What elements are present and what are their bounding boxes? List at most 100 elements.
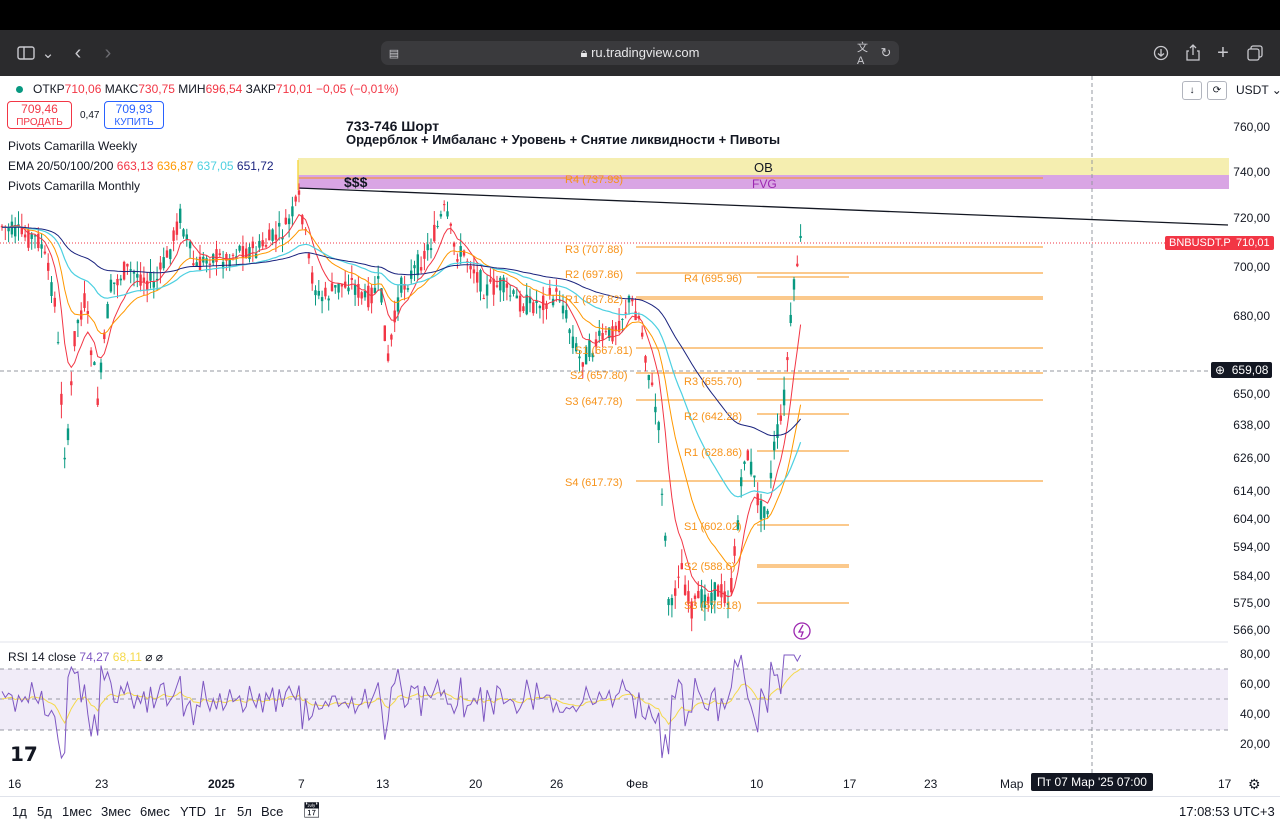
candle-body (188, 241, 192, 249)
candle-body (63, 457, 66, 460)
status-bar (0, 0, 1280, 30)
timeframe-button[interactable]: Все (261, 804, 283, 819)
candle-body (330, 283, 334, 291)
candle-body (426, 244, 429, 251)
pivot-label: S2 (588.6) (684, 561, 736, 573)
chevron-down-icon[interactable]: ⌄ (42, 42, 55, 64)
candle-body (314, 290, 317, 296)
candle-body (179, 208, 182, 223)
candle-body (238, 245, 241, 251)
candle-body (621, 319, 624, 321)
ema-legend[interactable]: EMA 20/50/100/200 663,13 636,87 637,05 6… (8, 159, 274, 173)
plus-circle-icon[interactable]: ⊕ (1215, 363, 1225, 377)
buy-button[interactable]: 709,93 КУПИТЬ (104, 101, 164, 129)
candle-body (390, 334, 393, 340)
ema200-value: 651,72 (236, 159, 274, 173)
timeframe-button[interactable]: YTD (180, 804, 206, 819)
url-text: 🔒︎ ru.tradingview.com (381, 45, 899, 61)
candle-body (446, 211, 449, 217)
pivot-label: R2 (642.28) (684, 411, 743, 423)
time-tick: 17 (1218, 777, 1232, 791)
timeframe-button[interactable]: 3мес (101, 804, 131, 819)
candle-body (40, 244, 43, 249)
forward-icon[interactable]: › (100, 42, 116, 64)
price-chart[interactable] (0, 76, 1280, 831)
candle-body (733, 546, 736, 556)
candle-body (720, 584, 723, 598)
candle-body (122, 261, 126, 280)
timeframe-button[interactable]: 1г (214, 804, 226, 819)
sell-button[interactable]: 709,46 ПРОДАТЬ (7, 101, 72, 129)
annotation-subtitle[interactable]: Ордерблок + Имбаланс + Уровень + Снятие … (346, 132, 780, 147)
candle-body (396, 297, 400, 312)
low-value: 696,54 (205, 82, 243, 96)
calendar-icon[interactable]: 📅︎ (302, 801, 321, 819)
change-value: −0,05 (−0,01%) (315, 82, 399, 96)
candle-body (634, 311, 637, 321)
translate-icon[interactable]: 文A (857, 42, 873, 67)
close-value: 710,01 (275, 82, 313, 96)
candle-body (743, 461, 746, 464)
rsi-legend[interactable]: RSI 14 close 74,27 68,11 ⌀ ⌀ (8, 650, 163, 664)
candle-body (436, 225, 439, 227)
candle-body (423, 250, 426, 259)
timeframe-button[interactable]: 6мес (140, 804, 170, 819)
crosshair-price: 659,08 (1231, 363, 1269, 377)
rsi-tick: 60,00 (1239, 677, 1270, 691)
candle-body (581, 362, 584, 367)
sidebar-icon[interactable] (16, 42, 36, 64)
candle-body (773, 441, 776, 451)
currency-select[interactable]: USDT ⌄ (1236, 83, 1280, 97)
timeframe-button[interactable]: 5л (237, 804, 252, 819)
crosshair-time-tag: Пт 07 Мар '25 07:00 (1031, 773, 1153, 791)
time-tick: 26 (550, 777, 564, 791)
candle-body (598, 330, 601, 336)
address-bar[interactable]: ▤ 🔒︎ ru.tradingview.com 文A ↻ (381, 41, 899, 67)
timeframe-button[interactable]: 1д (12, 804, 27, 819)
back-icon[interactable]: ‹ (70, 42, 86, 64)
indicator-weekly[interactable]: Pivots Camarilla Weekly (8, 139, 137, 153)
timeframe-button[interactable]: 1мес (62, 804, 92, 819)
live-dot-icon (16, 86, 23, 93)
tabs-icon[interactable] (1246, 42, 1264, 64)
candle-body (377, 276, 380, 279)
price-tick: 638,00 (1233, 418, 1270, 432)
share-icon[interactable] (1184, 42, 1202, 64)
candle-body (363, 290, 367, 298)
candle-body (271, 229, 274, 241)
candle-body (693, 595, 697, 599)
candle-body (443, 204, 446, 206)
candle-body (479, 270, 482, 292)
download-icon[interactable] (1152, 42, 1170, 64)
candle-body (350, 278, 353, 280)
timeframe-button[interactable]: 5д (37, 804, 52, 819)
ema100-line (1, 226, 802, 498)
candle-body (66, 428, 70, 441)
candle-body (195, 262, 198, 267)
pivot-label: R1 (628.86) (684, 447, 743, 459)
candle-body (284, 217, 287, 225)
plus-icon[interactable]: + (1214, 42, 1232, 64)
candle-body (149, 272, 152, 281)
time-tick: Фев (626, 777, 649, 791)
settings-icon[interactable]: ⚙ (1248, 776, 1261, 793)
candle-body (650, 382, 654, 386)
low-label: МИН (178, 82, 206, 96)
candle-body (555, 288, 558, 292)
candle-body (142, 277, 146, 283)
candle-body (452, 242, 456, 247)
candle-body (360, 292, 363, 299)
candle-body (429, 248, 433, 251)
rsi-flags: ⌀ ⌀ (145, 650, 164, 664)
candle-body (162, 257, 165, 269)
indicator-monthly[interactable]: Pivots Camarilla Monthly (8, 179, 140, 193)
rsi-ma-value: 68,11 (112, 650, 142, 664)
candle-body (683, 584, 687, 595)
reload-icon[interactable]: ↻ (879, 44, 893, 62)
candle-body (264, 245, 268, 247)
candle-body (307, 253, 311, 259)
candle-body (482, 298, 485, 300)
candle-body (439, 214, 443, 217)
sync-icon[interactable]: ⟳ (1207, 81, 1227, 100)
arrow-down-icon[interactable]: ↓ (1182, 81, 1202, 100)
